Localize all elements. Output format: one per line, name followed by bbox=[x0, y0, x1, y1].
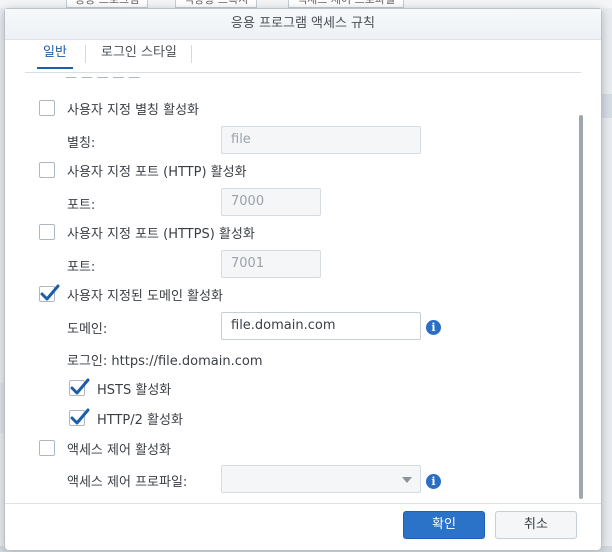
access-control-checkbox-row[interactable]: 액세스 제어 활성화 bbox=[39, 438, 171, 458]
domain-checkbox[interactable] bbox=[39, 284, 60, 302]
domain-field-label: 도메인: bbox=[67, 322, 108, 337]
tab-general[interactable]: 일반 bbox=[37, 41, 73, 71]
domain-input[interactable]: file.domain.com bbox=[221, 312, 421, 340]
checkmark-icon bbox=[40, 284, 60, 301]
background-tab: 액세스 제어 프로파일 bbox=[288, 0, 405, 8]
https-port-checkbox[interactable] bbox=[39, 224, 55, 240]
access-control-checkbox-label: 액세스 제어 활성화 bbox=[67, 442, 171, 458]
access-control-profile-label: 액세스 제어 프로파일: bbox=[67, 475, 188, 490]
alias-checkbox-label: 사용자 지정 별칭 활성화 bbox=[67, 102, 199, 118]
background-tab: 응용 프로그램 bbox=[66, 0, 149, 8]
hsts-checkbox-row[interactable]: HSTS 활성화 bbox=[69, 378, 171, 398]
checkmark-icon bbox=[70, 408, 90, 425]
domain-checkbox-label: 사용자 지정된 도메인 활성화 bbox=[67, 288, 223, 304]
dialog-title: 응용 프로그램 액세스 규칙 bbox=[5, 9, 601, 40]
tab-divider bbox=[85, 45, 86, 63]
http-port-checkbox-label: 사용자 지정 포트 (HTTP) 활성화 bbox=[67, 164, 247, 180]
tab-login-style[interactable]: 로그인 스타일 bbox=[101, 41, 177, 71]
checkmark-icon bbox=[70, 378, 90, 395]
access-rule-dialog: 응용 프로그램 액세스 규칙 일반 로그인 스타일 — — — — — 사용자 … bbox=[4, 8, 602, 550]
alias-checkbox[interactable] bbox=[39, 100, 55, 116]
https-port-input[interactable]: 7001 bbox=[221, 250, 321, 278]
background-tab: 역방향 프록시 bbox=[175, 0, 258, 8]
http-port-input[interactable]: 7000 bbox=[221, 188, 321, 216]
access-control-info-icon[interactable]: i bbox=[426, 474, 441, 489]
ok-button[interactable]: 확인 bbox=[403, 511, 485, 539]
chevron-down-icon bbox=[402, 477, 412, 483]
http2-checkbox[interactable] bbox=[69, 408, 90, 426]
tab-divider bbox=[191, 45, 192, 63]
login-url-text: 로그인: https://file.domain.com bbox=[67, 354, 263, 369]
background-panel bbox=[602, 94, 612, 118]
domain-checkbox-row[interactable]: 사용자 지정된 도메인 활성화 bbox=[39, 284, 223, 304]
http-port-checkbox[interactable] bbox=[39, 162, 55, 178]
https-port-field-label: 포트: bbox=[67, 260, 96, 275]
access-control-profile-select[interactable] bbox=[221, 465, 421, 493]
https-port-checkbox-row[interactable]: 사용자 지정 포트 (HTTPS) 활성화 bbox=[39, 222, 255, 242]
hsts-checkbox[interactable] bbox=[69, 378, 90, 396]
http2-checkbox-row[interactable]: HTTP/2 활성화 bbox=[69, 408, 183, 428]
cancel-button[interactable]: 취소 bbox=[495, 511, 577, 539]
https-port-checkbox-label: 사용자 지정 포트 (HTTPS) 활성화 bbox=[67, 226, 255, 242]
general-settings-panel: — — — — — 사용자 지정 별칭 활성화 별칭: file 사용자 지정 … bbox=[5, 73, 601, 503]
dialog-footer: 확인 취소 bbox=[5, 503, 601, 550]
http2-checkbox-label: HTTP/2 활성화 bbox=[97, 412, 183, 428]
http-port-field-label: 포트: bbox=[67, 198, 96, 213]
http-port-checkbox-row[interactable]: 사용자 지정 포트 (HTTP) 활성화 bbox=[39, 160, 247, 180]
alias-input[interactable]: file bbox=[221, 126, 421, 154]
access-control-checkbox[interactable] bbox=[39, 440, 55, 456]
alias-checkbox-row[interactable]: 사용자 지정 별칭 활성화 bbox=[39, 98, 199, 118]
alias-field-label: 별칭: bbox=[67, 136, 96, 151]
content-scrollbar[interactable] bbox=[579, 115, 583, 499]
domain-info-icon[interactable]: i bbox=[426, 320, 441, 335]
scrolled-partial-text: — — — — — bbox=[65, 75, 140, 81]
hsts-checkbox-label: HSTS 활성화 bbox=[97, 382, 172, 398]
